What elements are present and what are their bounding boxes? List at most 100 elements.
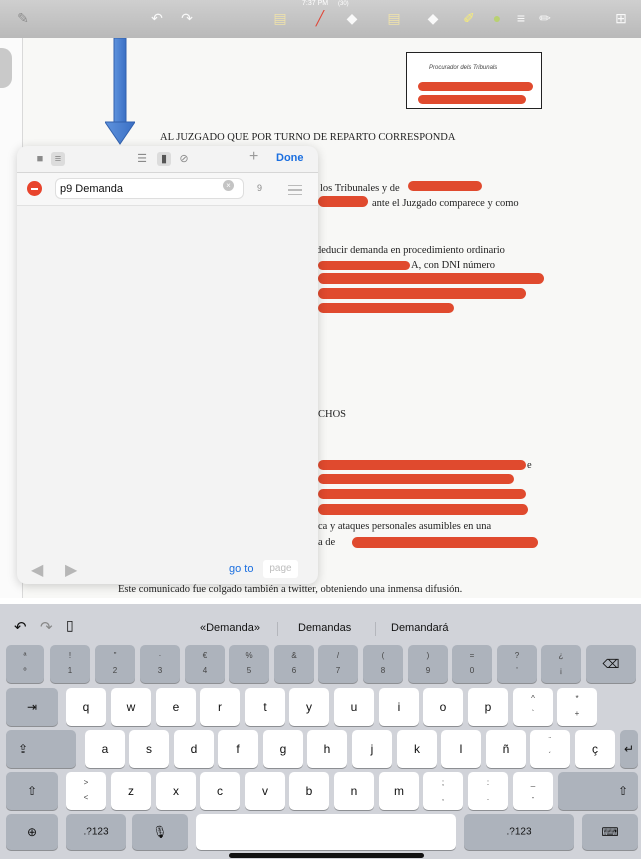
go-to-button[interactable]: go to <box>229 563 253 575</box>
clear-text-icon[interactable]: × <box>223 180 234 191</box>
key-z[interactable]: z <box>111 772 151 810</box>
key-c-cedilla[interactable]: ç <box>575 730 615 768</box>
eraser-alt-icon[interactable]: ◆ <box>424 9 442 27</box>
key-n-tilde[interactable]: ñ <box>486 730 526 768</box>
key-2[interactable]: " 2 <box>95 645 135 683</box>
key-v[interactable]: v <box>245 772 285 810</box>
key-apostrophe[interactable]: ? ' <box>497 645 537 683</box>
key-o[interactable]: o <box>423 688 463 726</box>
numeric-key-left[interactable]: .?123 <box>66 814 126 850</box>
key-p[interactable]: p <box>468 688 508 726</box>
space-bar[interactable] <box>196 814 456 850</box>
suggestion-2[interactable]: Demandas <box>298 622 351 634</box>
key-k[interactable]: k <box>397 730 437 768</box>
shift-key-right[interactable]: ⇧ <box>558 772 638 810</box>
page-number-input[interactable]: page <box>263 560 298 578</box>
key-l[interactable]: l <box>441 730 481 768</box>
back-arrow-icon[interactable]: ◀ <box>31 560 43 580</box>
key-inverted-exclamation[interactable]: ¿ ¡ <box>541 645 581 683</box>
key-q[interactable]: q <box>66 688 106 726</box>
bookmark-icon[interactable]: ▮ <box>157 152 171 166</box>
key-e[interactable]: e <box>156 688 196 726</box>
caps-lock-key[interactable]: ⇪ <box>6 730 76 768</box>
key-x[interactable]: x <box>156 772 196 810</box>
annotations-icon[interactable]: ⊘ <box>177 152 191 166</box>
pencil-icon[interactable]: ✏ <box>536 9 554 27</box>
hide-keyboard-key[interactable]: ⌨ <box>582 814 638 850</box>
key-less-than[interactable]: > < <box>66 772 106 810</box>
delete-bookmark-icon[interactable] <box>27 181 42 196</box>
key-acute[interactable]: ¨ ´ <box>530 730 570 768</box>
redo-icon[interactable]: ↷ <box>40 618 53 636</box>
globe-key[interactable]: ⊕ <box>6 814 58 850</box>
key-n[interactable]: n <box>334 772 374 810</box>
key-u[interactable]: u <box>334 688 374 726</box>
reorder-handle-icon[interactable] <box>288 185 302 195</box>
key-y[interactable]: y <box>289 688 329 726</box>
eraser-icon[interactable]: ◆ <box>343 9 361 27</box>
crop-icon[interactable]: ⊞ <box>612 9 630 27</box>
redo-icon[interactable]: ↷ <box>178 9 196 27</box>
key-h[interactable]: h <box>307 730 347 768</box>
color-dot-icon[interactable]: ● <box>488 9 506 27</box>
sticky-note-icon[interactable]: ▤ <box>271 9 289 27</box>
key-5[interactable]: % 5 <box>229 645 269 683</box>
key-b[interactable]: b <box>289 772 329 810</box>
key-6[interactable]: & 6 <box>274 645 314 683</box>
key-c[interactable]: c <box>200 772 240 810</box>
size-icon[interactable]: ≡ <box>512 9 530 27</box>
key-ordinal[interactable]: ªº <box>6 645 44 683</box>
key-r[interactable]: r <box>200 688 240 726</box>
highlighter-icon[interactable]: ╱ <box>311 9 329 27</box>
key-f[interactable]: f <box>218 730 258 768</box>
key-0[interactable]: = 0 <box>452 645 492 683</box>
key-plus[interactable]: * + <box>557 688 597 726</box>
add-bookmark-button[interactable]: + <box>249 148 258 166</box>
stamp-text: Procurador dels Tribunals <box>429 65 498 71</box>
key-comma[interactable]: ;, <box>423 772 463 810</box>
undo-icon[interactable]: ↶ <box>14 618 27 636</box>
key-g[interactable]: g <box>263 730 303 768</box>
bookmark-row[interactable]: p9 Demanda × 9 <box>17 173 318 206</box>
key-period[interactable]: :. <box>468 772 508 810</box>
key-9[interactable]: ) 9 <box>408 645 448 683</box>
key-s[interactable]: s <box>129 730 169 768</box>
key-m[interactable]: m <box>379 772 419 810</box>
outline-icon[interactable]: ☰ <box>135 152 149 166</box>
key-a[interactable]: a <box>85 730 125 768</box>
key-j[interactable]: j <box>352 730 392 768</box>
redaction-mark <box>318 504 528 515</box>
key-4[interactable]: €4 <box>185 645 225 683</box>
key-3[interactable]: · 3 <box>140 645 180 683</box>
note-icon[interactable]: ▤ <box>385 9 403 27</box>
sidebar-pull-tab[interactable] <box>0 48 12 88</box>
delete-key[interactable]: ⌫ <box>586 645 636 683</box>
key-hyphen[interactable]: _ - <box>513 772 553 810</box>
done-button[interactable]: Done <box>276 152 304 164</box>
key-d[interactable]: d <box>174 730 214 768</box>
key-t[interactable]: t <box>245 688 285 726</box>
key-8[interactable]: (8 <box>363 645 403 683</box>
key-grave[interactable]: ^ ` <box>513 688 553 726</box>
grid-view-icon[interactable]: ■ <box>34 152 46 166</box>
list-view-icon[interactable]: ≡ <box>51 152 65 166</box>
forward-arrow-icon[interactable]: ▶ <box>65 560 77 580</box>
doc-line: e <box>527 460 532 471</box>
lasso-icon[interactable]: ✐ <box>460 9 478 27</box>
return-key[interactable]: ↵ <box>620 730 638 768</box>
paste-icon[interactable]: ▯ <box>66 617 74 634</box>
suggestion-3[interactable]: Demandará <box>391 622 448 634</box>
key-w[interactable]: w <box>111 688 151 726</box>
globe-icon: ⊕ <box>26 825 38 839</box>
suggestion-1[interactable]: «Demanda» <box>200 622 260 634</box>
key-7[interactable]: /7 <box>318 645 358 683</box>
tab-key[interactable]: ⇥ <box>6 688 58 726</box>
key-i[interactable]: i <box>379 688 419 726</box>
shift-key-left[interactable]: ⇧ <box>6 772 58 810</box>
bookmark-title-input[interactable]: p9 Demanda <box>55 178 244 199</box>
pen-icon[interactable]: ✎ <box>14 9 32 27</box>
key-1[interactable]: ! 1 <box>50 645 90 683</box>
dictation-key[interactable]: 🎙 <box>132 814 188 850</box>
numeric-key-right[interactable]: .?123 <box>464 814 574 850</box>
undo-icon[interactable]: ↶ <box>148 9 166 27</box>
